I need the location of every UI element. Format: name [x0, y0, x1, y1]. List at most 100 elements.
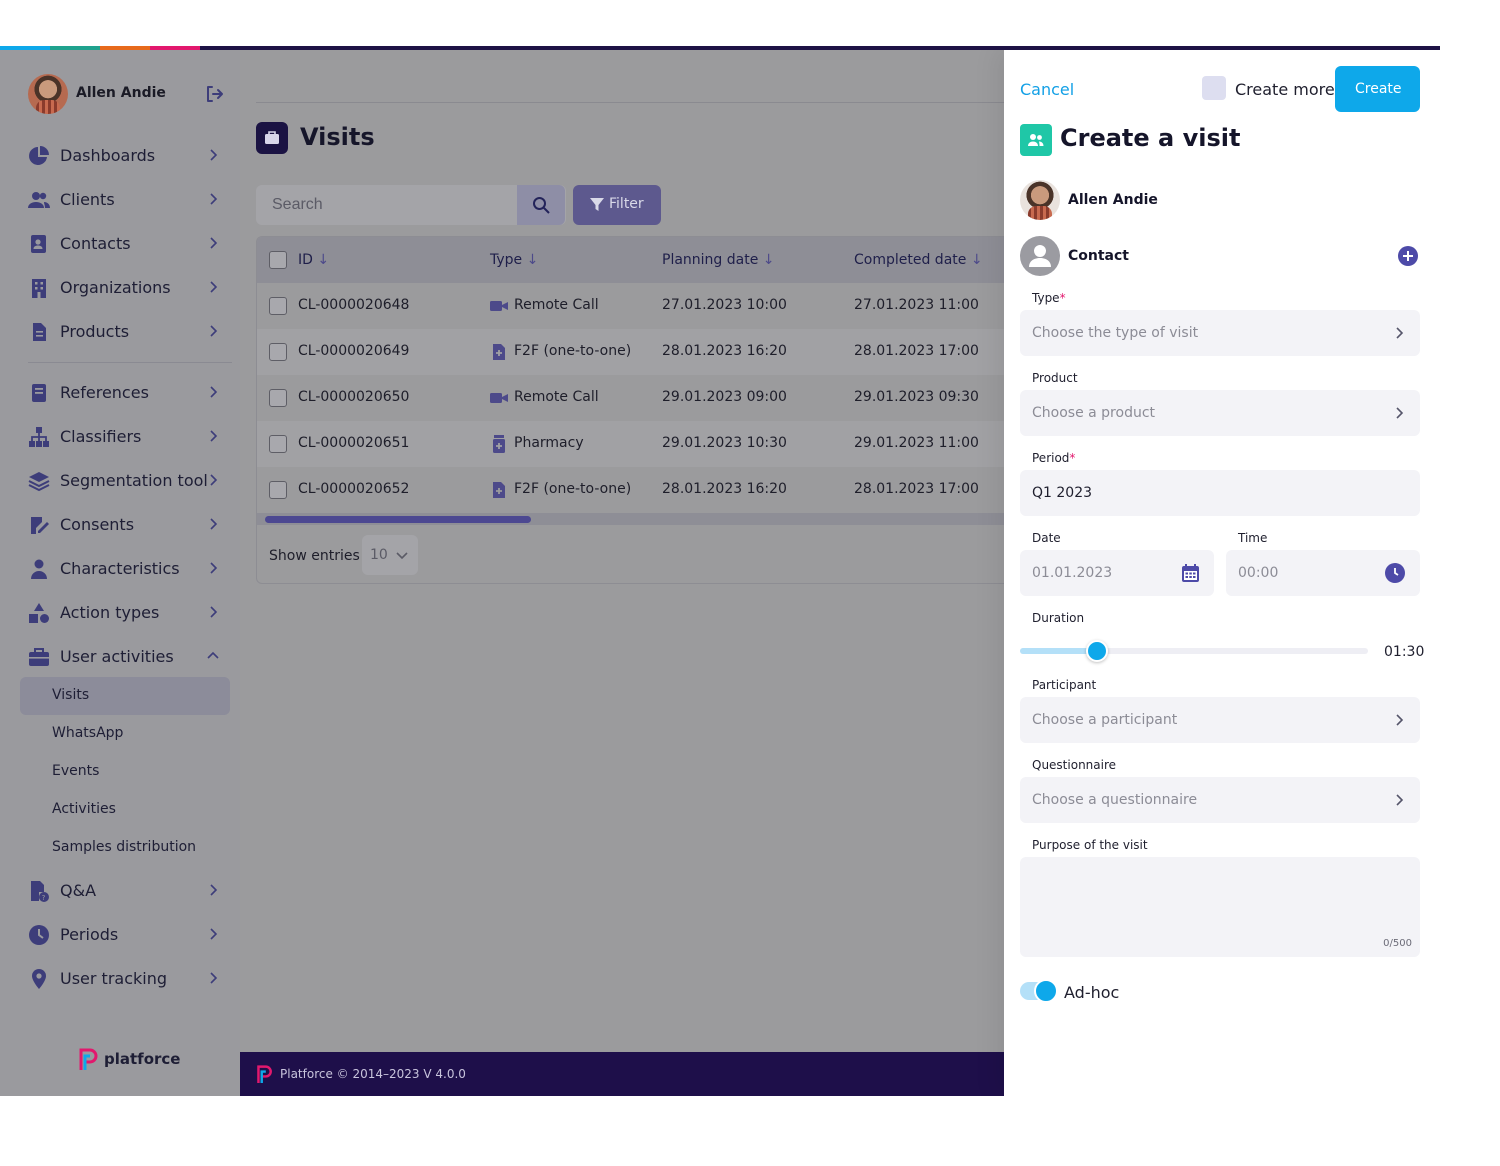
chevron-right-icon: [210, 281, 218, 293]
date-field[interactable]: 01.01.2023: [1020, 550, 1214, 596]
sidebar-item-segmentation-tool[interactable]: Segmentation tool: [28, 467, 228, 495]
building-icon: [32, 279, 46, 298]
sidebar-item-contacts[interactable]: Contacts: [28, 230, 228, 258]
sidebar-item-qa[interactable]: ? Q&A: [28, 877, 228, 905]
create-button[interactable]: Create: [1335, 66, 1420, 112]
top-accent-bar: [0, 46, 1440, 50]
video-icon: [490, 301, 508, 311]
platforce-logo-icon: [79, 1048, 98, 1070]
entries-select[interactable]: 10: [362, 535, 418, 575]
chevron-right-icon: [210, 518, 218, 530]
sidebar-item-label: User activities: [60, 647, 174, 666]
search-input[interactable]: [256, 185, 518, 225]
cell-completed-date: 28.01.2023 17:00: [854, 343, 979, 359]
sidebar-item-label: Dashboards: [60, 146, 156, 165]
purpose-textarea[interactable]: 0/500: [1020, 857, 1420, 957]
sidebar-item-label: Characteristics: [60, 559, 180, 578]
sidebar-item-user-tracking[interactable]: User tracking: [28, 965, 228, 993]
cancel-button[interactable]: Cancel: [1020, 80, 1074, 99]
add-contact-button[interactable]: [1398, 246, 1418, 266]
column-header-completed-date[interactable]: Completed date ↓: [854, 252, 983, 268]
sidebar-item-label: Classifiers: [60, 427, 142, 446]
required-asterisk: *: [1069, 451, 1076, 465]
create-more-label[interactable]: Create more: [1235, 80, 1335, 99]
filter-button[interactable]: Filter: [573, 185, 661, 225]
sidebar-item-consents[interactable]: Consents: [28, 511, 228, 539]
column-header-id[interactable]: ID ↓: [298, 252, 329, 268]
sidebar-subitem-events[interactable]: Events: [20, 753, 230, 791]
search-button[interactable]: [517, 185, 565, 225]
row-checkbox[interactable]: [269, 297, 287, 315]
sidebar-item-label: Organizations: [60, 278, 171, 297]
chevron-right-icon: [1396, 407, 1404, 419]
location-pin-icon: [32, 969, 46, 989]
table-row[interactable]: CL-0000020652 F2F (one-to-one) 28.01.202…: [257, 467, 1015, 513]
participant-field-label: Participant: [1032, 678, 1097, 692]
product-select[interactable]: Choose a product: [1020, 390, 1420, 436]
horizontal-scrollbar[interactable]: [257, 513, 1015, 525]
participant-placeholder: Choose a participant: [1032, 712, 1178, 728]
user-profile[interactable]: Allen Andie: [28, 72, 228, 116]
chevron-right-icon: [1396, 327, 1404, 339]
chevron-right-icon: [210, 562, 218, 574]
row-checkbox[interactable]: [269, 481, 287, 499]
type-placeholder: Choose the type of visit: [1032, 325, 1199, 341]
medical-file-icon: [493, 482, 505, 498]
layers-icon: [28, 472, 50, 492]
logout-icon[interactable]: [204, 84, 224, 104]
calendar-icon[interactable]: [1182, 564, 1199, 582]
row-checkbox[interactable]: [269, 435, 287, 453]
chevron-right-icon: [210, 884, 218, 896]
sidebar-item-periods[interactable]: Periods: [28, 921, 228, 949]
column-header-planning-date[interactable]: Planning date ↓: [662, 252, 775, 268]
person-icon: [1029, 245, 1051, 267]
type-label-text: Type: [1032, 291, 1060, 305]
table-row[interactable]: CL-0000020650 Remote Call 29.01.2023 09:…: [257, 375, 1015, 421]
questionnaire-select[interactable]: Choose a questionnaire: [1020, 777, 1420, 823]
video-icon: [490, 393, 508, 403]
create-more-checkbox[interactable]: [1202, 76, 1226, 100]
sidebar-item-label: Periods: [60, 925, 119, 944]
cell-type: Remote Call: [514, 297, 599, 313]
cell-completed-date: 29.01.2023 09:30: [854, 389, 979, 405]
sidebar-item-products[interactable]: Products: [28, 318, 228, 346]
chevron-right-icon: [210, 149, 218, 161]
adhoc-toggle[interactable]: [1020, 979, 1058, 1003]
period-field[interactable]: Q1 2023: [1020, 470, 1420, 516]
row-checkbox[interactable]: [269, 343, 287, 361]
accent-segment: [100, 46, 150, 50]
cell-type: Remote Call: [514, 389, 599, 405]
sidebar-item-classifiers[interactable]: Classifiers: [28, 423, 228, 451]
sidebar-subitem-samples-distribution[interactable]: Samples distribution: [20, 829, 230, 867]
purpose-field-label: Purpose of the visit: [1032, 838, 1148, 852]
table-row[interactable]: CL-0000020649 F2F (one-to-one) 28.01.202…: [257, 329, 1015, 375]
clock-icon[interactable]: [1385, 563, 1405, 583]
sort-arrow-icon: ↓: [970, 252, 983, 268]
column-header-label: Completed date: [854, 252, 967, 268]
type-select[interactable]: Choose the type of visit: [1020, 310, 1420, 356]
sidebar-subitem-activities[interactable]: Activities: [20, 791, 230, 829]
sort-arrow-icon: ↓: [762, 252, 775, 268]
column-header-type[interactable]: Type ↓: [490, 252, 538, 268]
table-row[interactable]: CL-0000020651 Pharmacy 29.01.2023 10:30 …: [257, 421, 1015, 467]
duration-slider[interactable]: [1020, 640, 1368, 662]
sidebar-item-organizations[interactable]: Organizations: [28, 274, 228, 302]
sidebar-subitem-visits[interactable]: Visits: [20, 677, 230, 715]
row-checkbox[interactable]: [269, 389, 287, 407]
questionnaire-placeholder: Choose a questionnaire: [1032, 792, 1198, 808]
sidebar-subitem-label: Samples distribution: [52, 839, 197, 855]
sidebar-item-references[interactable]: References: [28, 379, 228, 407]
sidebar-item-user-activities[interactable]: User activities: [28, 643, 228, 671]
time-field[interactable]: 00:00: [1226, 550, 1420, 596]
sidebar-item-action-types[interactable]: Action types: [28, 599, 228, 627]
cell-planning-date: 27.01.2023 10:00: [662, 297, 787, 313]
sidebar-subitem-whatsapp[interactable]: WhatsApp: [20, 715, 230, 753]
select-all-checkbox[interactable]: [269, 251, 287, 269]
participant-select[interactable]: Choose a participant: [1020, 697, 1420, 743]
sidebar-item-dashboards[interactable]: Dashboards: [28, 142, 228, 170]
duration-slider-handle[interactable]: [1085, 640, 1108, 662]
table-row[interactable]: CL-0000020648 Remote Call 27.01.2023 10:…: [257, 283, 1015, 329]
sidebar-item-clients[interactable]: Clients: [28, 186, 228, 214]
sidebar-item-characteristics[interactable]: Characteristics: [28, 555, 228, 583]
scrollbar-thumb[interactable]: [265, 516, 531, 523]
